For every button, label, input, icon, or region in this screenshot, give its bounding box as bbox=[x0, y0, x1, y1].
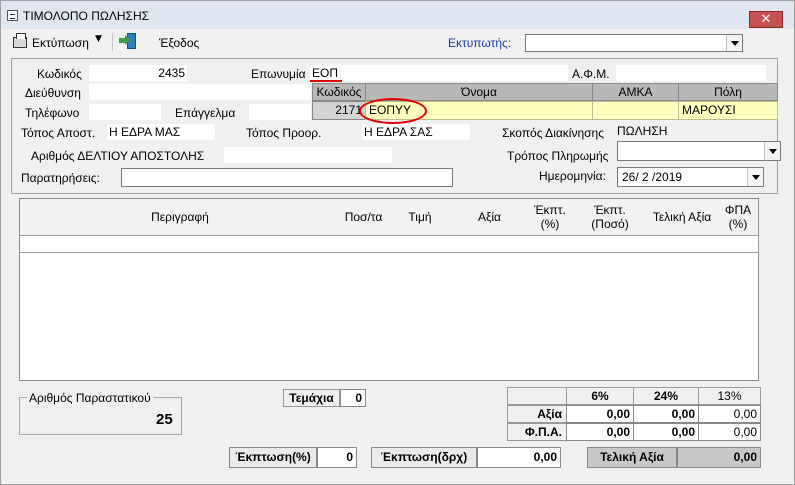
close-button[interactable]: ✕ bbox=[749, 11, 783, 28]
grid-cell[interactable] bbox=[340, 236, 388, 253]
value-amount-1: 0,00 bbox=[566, 405, 634, 423]
lookup-header-code[interactable]: Κωδικός bbox=[312, 83, 366, 101]
lookup-header-amka[interactable]: ΑΜΚΑ bbox=[592, 83, 679, 101]
payment-label: Τρόπος Πληρωμής bbox=[507, 149, 609, 163]
afm-label: Α.Φ.Μ. bbox=[572, 67, 610, 81]
chevron-down-icon[interactable] bbox=[726, 35, 742, 51]
date-label: Ημερομηνία: bbox=[539, 169, 606, 183]
exit-icon[interactable] bbox=[119, 33, 137, 50]
items-count-value: 0 bbox=[340, 389, 366, 407]
grid-cell[interactable] bbox=[646, 236, 719, 253]
code-label: Κωδικός bbox=[37, 67, 82, 81]
shipping-from-field[interactable]: Η ΕΔΡΑ ΜΑΣ bbox=[107, 124, 215, 140]
column-header-discount-amt[interactable]: Έκπτ. (Ποσό) bbox=[574, 199, 647, 236]
profession-field[interactable] bbox=[249, 104, 311, 120]
grid-cell[interactable] bbox=[453, 236, 527, 253]
grid-cell[interactable] bbox=[718, 236, 759, 253]
payment-select[interactable] bbox=[617, 141, 781, 161]
value-amount-3: 0,00 bbox=[698, 405, 761, 423]
name-field[interactable]: ΕΟΠ bbox=[310, 65, 568, 81]
grid-cell[interactable] bbox=[526, 236, 575, 253]
vat-row-label: Φ.Π.Α. bbox=[507, 423, 567, 441]
shipping-from-label: Τόπος Αποστ. bbox=[21, 126, 96, 140]
printer-icon[interactable] bbox=[13, 33, 27, 48]
final-value-label: Τελική Αξία bbox=[587, 447, 677, 468]
doc-number-label: Αριθμός Παραστατικού bbox=[27, 391, 153, 405]
phone-field[interactable] bbox=[89, 104, 161, 120]
purpose-field[interactable]: ΠΩΛΗΣΗ bbox=[615, 123, 765, 139]
name-label: Επωνυμία bbox=[251, 67, 306, 81]
lookup-cell-code[interactable]: 2171 bbox=[312, 101, 366, 120]
shipping-to-field[interactable]: Η ΕΔΡΑ ΣΑΣ bbox=[362, 124, 470, 140]
vat-rate-2: 24% bbox=[633, 387, 699, 405]
phone-label: Τηλέφωνο bbox=[25, 106, 80, 120]
date-value: 26/ 2 /2019 bbox=[622, 170, 683, 184]
discount-pct-field[interactable]: 0 bbox=[317, 447, 357, 468]
column-header-vat-pct[interactable]: ΦΠΑ (%) bbox=[718, 199, 759, 236]
vat-rate-1: 6% bbox=[566, 387, 634, 405]
chevron-down-icon[interactable] bbox=[764, 142, 780, 160]
items-grid[interactable]: Περιγραφή Ποσ/τα Τιμή Αξία Έκπτ. (%) Έκπ… bbox=[19, 198, 759, 381]
items-count-label: Τεμάχια bbox=[283, 389, 340, 407]
delivery-note-label: Αριθμός ΔΕΛΤΙΟΥ ΑΠΟΣΤΟΛΗΣ bbox=[31, 149, 205, 163]
purpose-label: Σκοπός Διακίνησης bbox=[502, 126, 605, 140]
name-circle-annotation bbox=[359, 98, 427, 124]
lookup-header-city[interactable]: Πόλη bbox=[678, 83, 778, 101]
delivery-note-field[interactable] bbox=[224, 147, 392, 163]
printer-select[interactable] bbox=[525, 34, 743, 52]
title-bar: ΤΙΜΟΛΟΠΟ ΠΩΛΗΣΗΣ ✕ bbox=[1, 1, 794, 29]
exit-button[interactable]: Έξοδος bbox=[159, 36, 199, 50]
print-button[interactable]: Εκτύπωση bbox=[32, 36, 89, 50]
doc-number-value: 25 bbox=[156, 411, 173, 428]
profession-label: Επάγγελμα bbox=[175, 106, 236, 120]
shipping-to-label: Τόπος Προορ. bbox=[246, 126, 322, 140]
vat-amount-2: 0,00 bbox=[633, 423, 699, 441]
vat-table-corner bbox=[507, 387, 567, 405]
invoice-window: ΤΙΜΟΛΟΠΟ ΠΩΛΗΣΗΣ ✕ Εκτύπωση ▼ Έξοδος Εκτ… bbox=[0, 0, 795, 485]
grid-cell[interactable] bbox=[574, 236, 647, 253]
grid-cell[interactable] bbox=[20, 236, 341, 253]
column-header-description[interactable]: Περιγραφή bbox=[20, 199, 341, 236]
final-value-field: 0,00 bbox=[677, 447, 761, 468]
vat-amount-3: 0,00 bbox=[698, 423, 761, 441]
grid-cell[interactable] bbox=[387, 236, 454, 253]
code-field[interactable]: 2435 bbox=[89, 65, 187, 81]
date-picker[interactable]: 26/ 2 /2019 bbox=[617, 167, 764, 187]
toolbar-separator bbox=[112, 33, 113, 51]
chevron-down-icon[interactable] bbox=[747, 168, 763, 186]
printer-label: Εκτυπωτής: bbox=[448, 36, 512, 50]
column-header-discount-pct[interactable]: Έκπτ. (%) bbox=[526, 199, 575, 236]
column-header-quantity[interactable]: Ποσ/τα bbox=[340, 199, 388, 236]
notes-field[interactable] bbox=[121, 168, 453, 187]
vat-rate-3: 13% bbox=[698, 387, 761, 405]
name-underline-annotation bbox=[310, 80, 342, 82]
discount-amt-label: Έκπτωση(δρχ) bbox=[371, 447, 477, 468]
window-title: ΤΙΜΟΛΟΠΟ ΠΩΛΗΣΗΣ bbox=[23, 9, 150, 23]
print-dropdown-arrow-icon[interactable]: ▼ bbox=[95, 34, 102, 44]
lookup-cell-amka[interactable] bbox=[592, 101, 679, 120]
column-header-final-value[interactable]: Τελική Αξία bbox=[646, 199, 719, 236]
value-amount-2: 0,00 bbox=[633, 405, 699, 423]
address-label: Διεύθυνση bbox=[25, 86, 81, 100]
column-header-price[interactable]: Τιμή bbox=[387, 199, 454, 236]
vat-amount-1: 0,00 bbox=[566, 423, 634, 441]
address-field[interactable] bbox=[89, 84, 311, 100]
notes-label: Παρατηρήσεις: bbox=[21, 171, 100, 185]
afm-field[interactable] bbox=[616, 65, 766, 81]
discount-pct-label: Έκπτωση(%) bbox=[229, 447, 317, 468]
lookup-cell-city[interactable]: ΜΑΡΟΥΣΙ bbox=[678, 101, 778, 120]
window-icon bbox=[7, 10, 18, 21]
column-header-value[interactable]: Αξία bbox=[453, 199, 527, 236]
discount-amt-field[interactable]: 0,00 bbox=[477, 447, 561, 468]
value-row-label: Αξία bbox=[507, 405, 567, 423]
